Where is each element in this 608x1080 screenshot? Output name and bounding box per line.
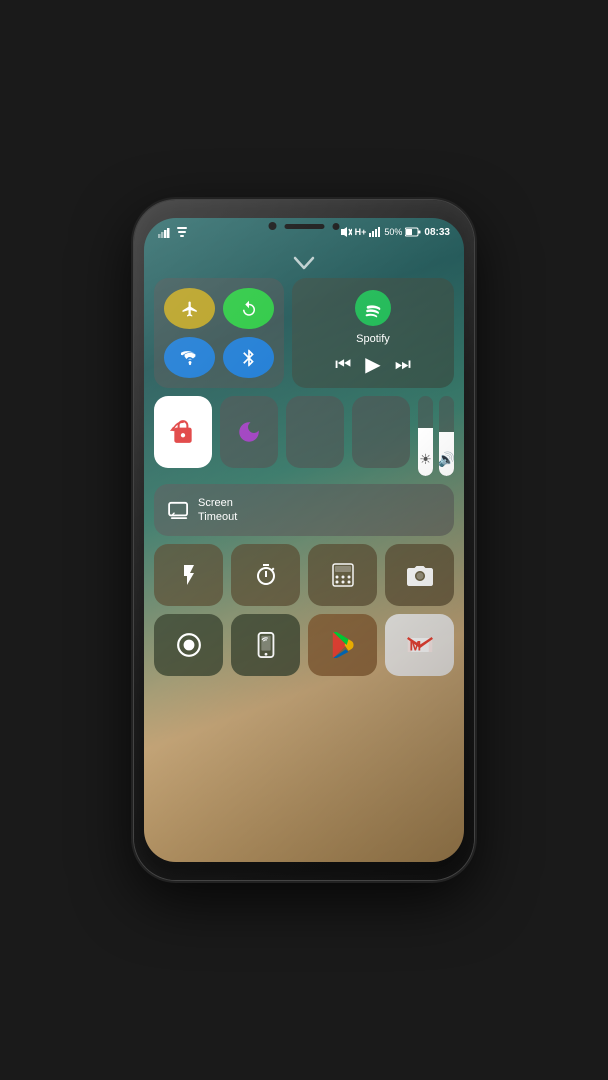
svg-text:M: M [409, 637, 421, 653]
chevron-down-icon[interactable] [293, 254, 315, 275]
spotify-label: Spotify [356, 333, 390, 345]
front-camera-dot [269, 222, 277, 230]
airplane-mode-button[interactable] [164, 288, 215, 329]
spotify-logo-svg [362, 297, 384, 319]
status-bar: H+ 50% 08:33 [144, 218, 464, 246]
play-store-button[interactable] [308, 614, 377, 676]
brightness-slider[interactable]: ☀ [418, 396, 433, 476]
screen-timeout-label-line1: Screen [198, 496, 237, 510]
quick-tiles-row: ☀ 🔊 [154, 396, 454, 476]
phone-screen: H+ 50% 08:33 [144, 218, 464, 862]
status-right-icons: H+ 50% 08:33 [340, 226, 450, 238]
cast-phone-button[interactable] [231, 614, 300, 676]
timer-icon [254, 563, 278, 587]
front-camera-secondary [333, 223, 340, 230]
airplane-icon [181, 300, 199, 318]
empty-tile-1 [286, 396, 344, 468]
gmail-button[interactable]: M [385, 614, 454, 676]
flashlight-icon [177, 563, 201, 587]
rotation-icon [240, 300, 258, 318]
connectivity-row: Spotify ⏮ ▶ ⏭ [154, 278, 454, 388]
spotify-play-button[interactable]: ▶ [365, 352, 380, 377]
record-icon [176, 632, 202, 658]
flashlight-button[interactable] [154, 544, 223, 606]
battery-label: 50% [384, 227, 402, 237]
cast-phone-icon [255, 632, 277, 658]
camera-button[interactable] [385, 544, 454, 606]
screen-record-button[interactable] [154, 614, 223, 676]
screen-timeout-label-line2: Timeout [198, 510, 237, 524]
spotify-next-button[interactable]: ⏭ [395, 354, 411, 375]
sliders-container: ☀ 🔊 [418, 396, 454, 476]
battery-icon [405, 227, 421, 237]
cell-signal-icon [369, 227, 381, 237]
network-type-label: H+ [355, 227, 367, 237]
mute-icon [340, 226, 352, 238]
speaker-bar [285, 224, 325, 229]
camera-icon [407, 564, 433, 586]
utility-row [154, 544, 454, 606]
notch-area [269, 222, 340, 230]
signal-bars-icon [158, 227, 172, 238]
screen-timeout-button[interactable]: Screen Timeout [154, 484, 454, 536]
phone-device: H+ 50% 08:33 [134, 200, 474, 880]
volume-slider[interactable]: 🔊 [439, 396, 454, 476]
calculator-icon [332, 563, 354, 587]
screen-timeout-icon [168, 501, 190, 519]
gmail-icon: M [406, 634, 434, 656]
play-store-icon [330, 632, 356, 658]
volume-icon: 🔊 [439, 451, 454, 468]
lock-rotation-tile[interactable] [154, 396, 212, 468]
wifi-toggle-button[interactable] [164, 337, 215, 378]
lock-rotation-icon [170, 419, 196, 445]
app-row: M [154, 614, 454, 676]
spotify-prev-button[interactable]: ⏮ [335, 354, 351, 375]
bluetooth-icon [242, 348, 256, 368]
time-label: 08:33 [424, 227, 450, 238]
do-not-disturb-tile[interactable] [220, 396, 278, 468]
connectivity-grid [154, 278, 284, 388]
screen-timeout-text: Screen Timeout [198, 496, 237, 525]
bluetooth-button[interactable] [223, 337, 274, 378]
brightness-icon: ☀ [419, 451, 432, 468]
spotify-panel: Spotify ⏮ ▶ ⏭ [292, 278, 454, 388]
rotation-lock-button[interactable] [223, 288, 274, 329]
wifi-status-icon [176, 227, 188, 238]
status-left-icons [158, 227, 188, 238]
control-center: Spotify ⏮ ▶ ⏭ [154, 278, 454, 852]
moon-icon [236, 419, 262, 445]
timer-button[interactable] [231, 544, 300, 606]
spotify-controls: ⏮ ▶ ⏭ [335, 352, 411, 377]
wifi-icon [181, 350, 199, 366]
empty-tile-2 [352, 396, 410, 468]
screen-timeout-row: Screen Timeout [154, 484, 454, 536]
calculator-button[interactable] [308, 544, 377, 606]
spotify-logo [355, 290, 391, 326]
